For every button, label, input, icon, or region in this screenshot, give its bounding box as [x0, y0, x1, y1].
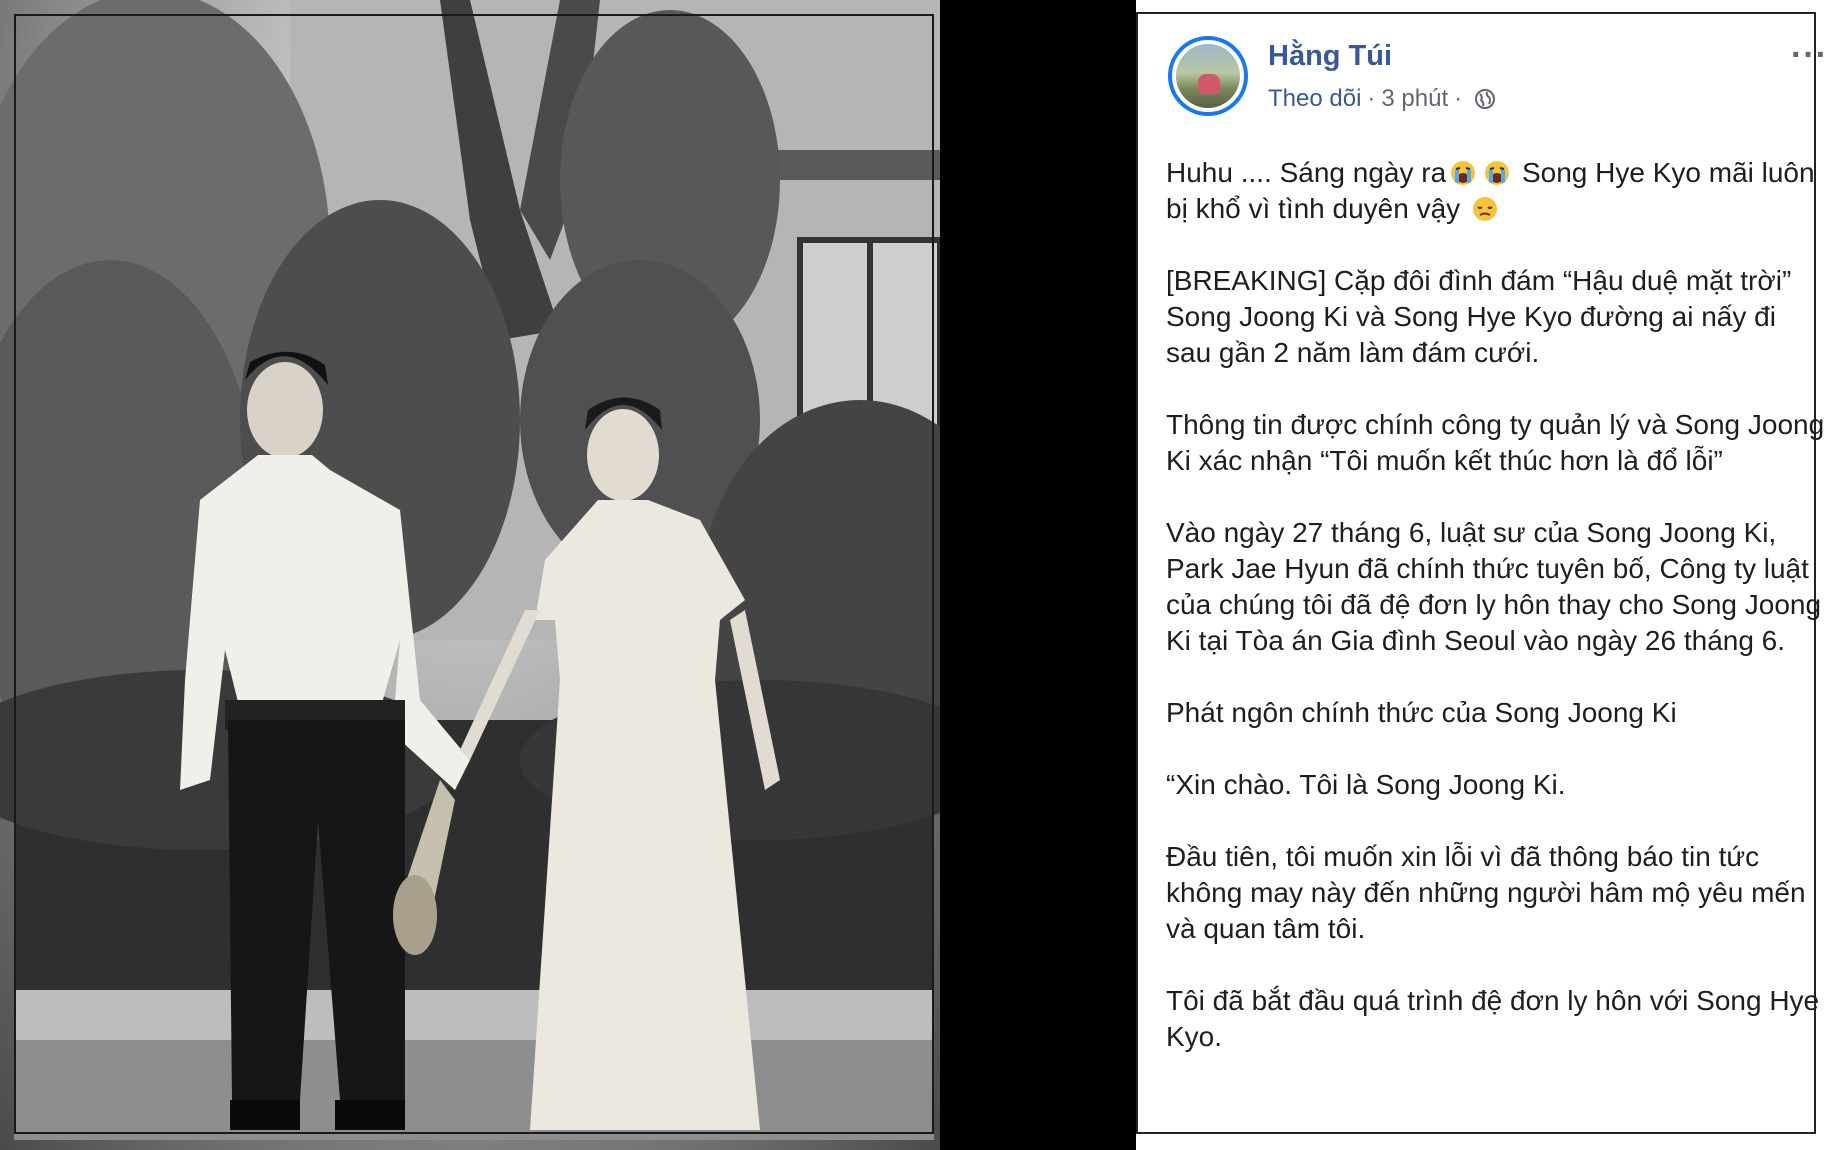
post-body: Huhu .... Sáng ngày ra Song Hye Kyo mãi … — [1166, 155, 1826, 1091]
author-name[interactable]: Hằng Túi — [1268, 40, 1392, 73]
meta-separator: · — [1367, 85, 1376, 112]
crying-emoji-icon — [1451, 161, 1476, 185]
post-paragraph-2: [BREAKING] Cặp đôi đình đám “Hậu duệ mặt… — [1166, 265, 1800, 368]
post-meta: Theo dõi · 3 phút · — [1268, 85, 1496, 113]
author-avatar[interactable] — [1168, 36, 1248, 116]
post-paragraph-5: Phát ngôn chính thức của Song Joong Ki — [1166, 697, 1677, 728]
post-paragraph-7: Đầu tiên, tôi muốn xin lỗi vì đã thông b… — [1166, 841, 1814, 944]
globe-icon[interactable] — [1474, 88, 1496, 110]
crying-emoji-icon — [1485, 161, 1510, 185]
facebook-post: Hằng Túi Theo dõi · 3 phút · ··· Huhu ..… — [1136, 0, 1828, 1150]
post-paragraph-4: Vào ngày 27 tháng 6, luật sư của Song Jo… — [1166, 517, 1822, 656]
more-options-icon[interactable]: ··· — [1791, 36, 1828, 75]
follow-link[interactable]: Theo dõi — [1268, 85, 1361, 113]
disappointed-emoji-icon — [1472, 197, 1497, 221]
photo-border — [14, 14, 934, 1134]
post-paragraph-6: “Xin chào. Tôi là Song Joong Ki. — [1166, 769, 1566, 800]
post-paragraph-8: Tôi đã bắt đầu quá trình đệ đơn ly hôn v… — [1166, 985, 1827, 1052]
post-time[interactable]: 3 phút — [1381, 85, 1448, 113]
avatar-image — [1176, 44, 1240, 108]
post-paragraph-1: Huhu .... Sáng ngày ra Song Hye Kyo mãi … — [1166, 155, 1826, 227]
paragraph-text: Huhu .... Sáng ngày ra — [1166, 157, 1447, 188]
wedding-photo — [0, 0, 940, 1150]
post-paragraph-3: Thông tin được chính công ty quản lý và … — [1166, 409, 1825, 476]
meta-separator: · — [1454, 85, 1463, 112]
screenshot-root: Hằng Túi Theo dõi · 3 phút · ··· Huhu ..… — [0, 0, 1828, 1150]
